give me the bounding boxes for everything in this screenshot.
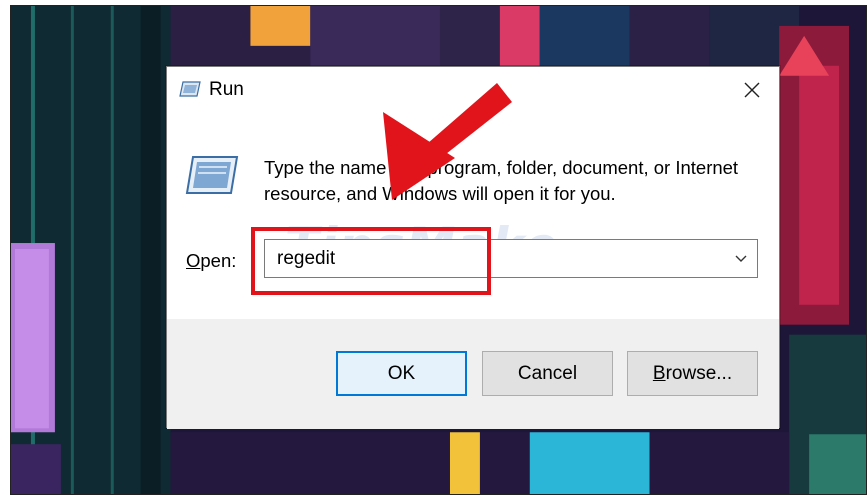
browse-rest: rowse... <box>665 362 733 384</box>
open-combobox[interactable] <box>264 239 758 278</box>
open-input[interactable] <box>265 240 725 277</box>
browse-button[interactable]: Browse... <box>627 351 758 396</box>
browse-accel: B <box>652 362 666 384</box>
button-bar: OK Cancel Browse... <box>167 319 779 429</box>
dropdown-button[interactable] <box>731 249 751 269</box>
close-icon <box>744 82 760 98</box>
dialog-description: Type the name of a program, folder, docu… <box>264 157 739 204</box>
cancel-button[interactable]: Cancel <box>482 351 613 396</box>
close-button[interactable] <box>735 75 769 105</box>
title-bar[interactable]: Run <box>167 67 779 113</box>
ok-button[interactable]: OK <box>336 351 467 396</box>
dialog-title: Run <box>209 79 244 100</box>
chevron-down-icon <box>735 255 747 262</box>
run-dialog: Run Type the name of a program, folder, … <box>166 66 780 429</box>
open-label-rest: pen: <box>200 250 237 271</box>
run-icon <box>179 81 201 97</box>
open-label-accel: O <box>186 250 201 271</box>
open-label: Open: <box>186 250 236 272</box>
run-program-icon <box>185 155 239 195</box>
